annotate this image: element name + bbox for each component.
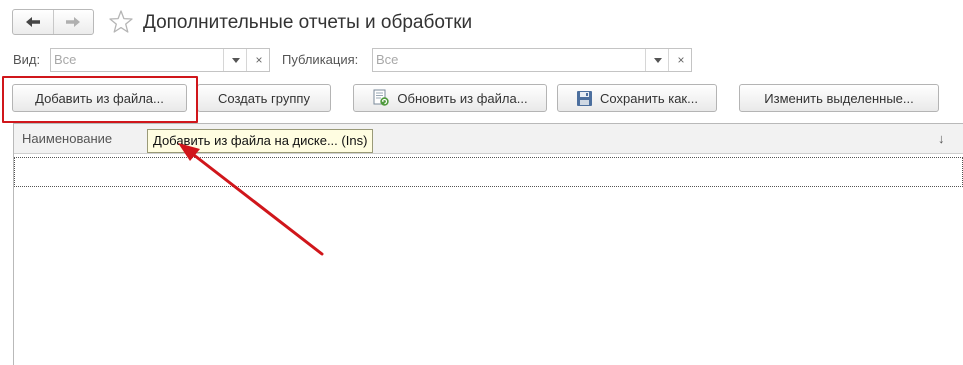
publication-value: Все: [376, 52, 399, 67]
publication-select[interactable]: Все ×: [372, 48, 692, 72]
update-from-file-button[interactable]: Обновить из файла...: [353, 84, 547, 112]
tooltip: Добавить из файла на диске... (Ins): [147, 129, 374, 153]
create-group-button[interactable]: Создать группу: [197, 84, 331, 112]
create-group-label: Создать группу: [218, 90, 310, 106]
forward-button[interactable]: [52, 10, 94, 34]
kind-value: Все: [54, 52, 77, 67]
save-as-label: Сохранить как...: [600, 90, 698, 106]
kind-clear-button[interactable]: ×: [246, 49, 271, 71]
column-header-name[interactable]: Наименование: [22, 124, 112, 154]
update-file-icon: [372, 89, 390, 107]
page-title: Дополнительные отчеты и обработки: [143, 12, 473, 33]
kind-select[interactable]: Все ×: [50, 48, 270, 72]
back-button[interactable]: [13, 10, 53, 34]
navigation-buttons: [12, 9, 94, 35]
table-row[interactable]: [14, 157, 963, 187]
chevron-down-icon: [654, 57, 662, 63]
publication-clear-button[interactable]: ×: [668, 49, 693, 71]
kind-dropdown-button[interactable]: [223, 49, 248, 71]
change-selected-button[interactable]: Изменить выделенные...: [739, 84, 939, 112]
close-icon: ×: [677, 53, 685, 67]
update-from-file-label: Обновить из файла...: [397, 90, 528, 106]
publication-dropdown-button[interactable]: [645, 49, 670, 71]
arrow-left-icon: [25, 17, 40, 27]
publication-label: Публикация:: [282, 52, 359, 67]
change-selected-label: Изменить выделенные...: [764, 90, 914, 106]
close-icon: ×: [255, 53, 263, 67]
save-disk-icon: [576, 90, 593, 107]
highlight-frame: [2, 76, 198, 123]
star-icon[interactable]: [108, 9, 134, 35]
save-as-button[interactable]: Сохранить как...: [557, 84, 717, 112]
arrow-right-icon: [66, 17, 81, 27]
kind-label: Вид:: [13, 52, 41, 67]
chevron-down-icon: [232, 57, 240, 63]
sort-indicator: ↓: [938, 131, 945, 146]
